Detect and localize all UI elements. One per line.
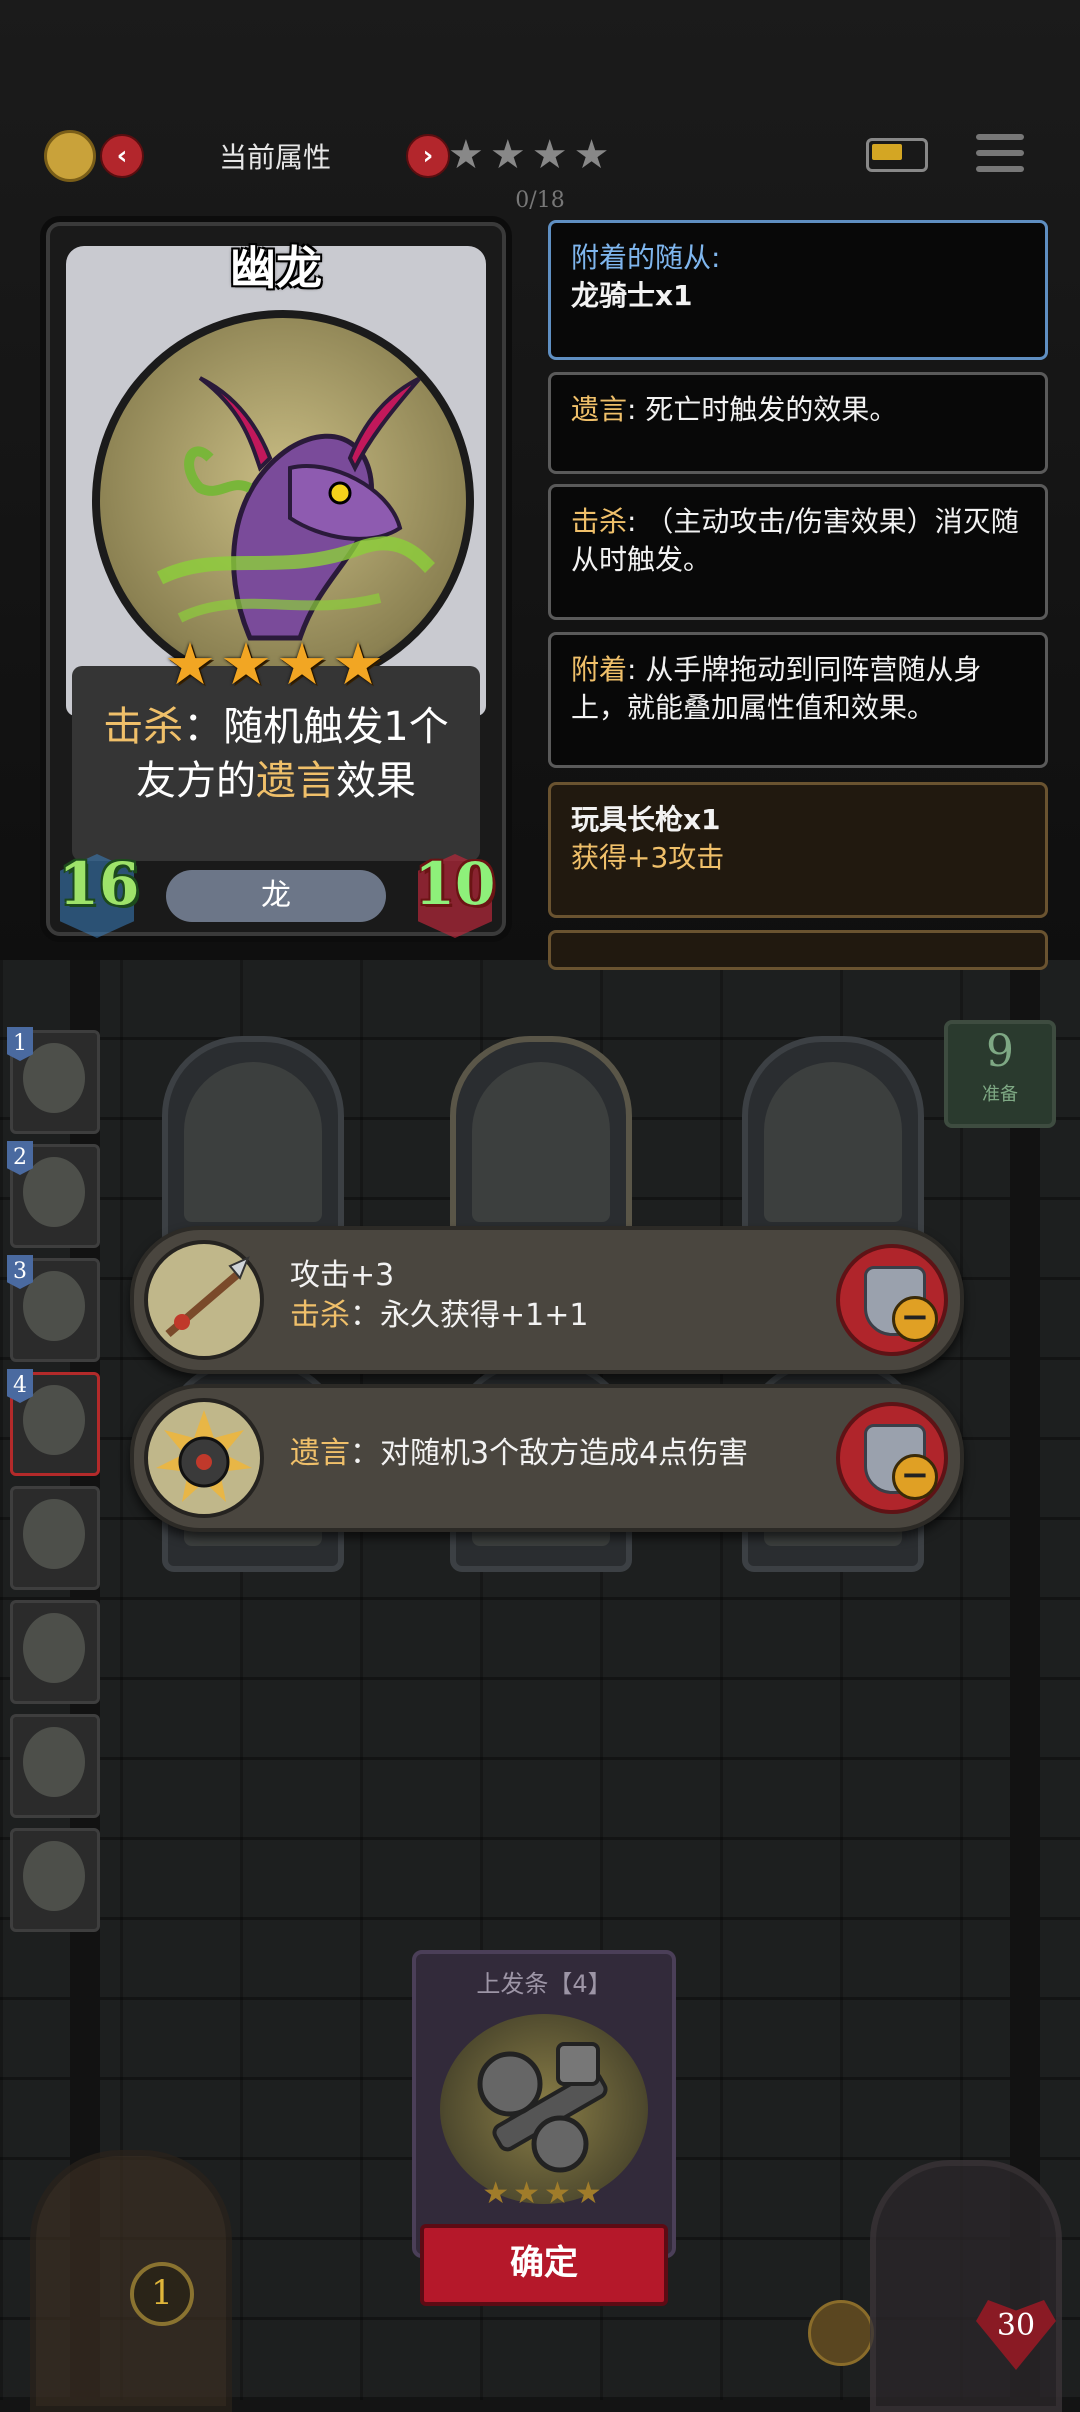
ability-text: 击杀：随机触发1个 友方的遗言效果 <box>72 700 480 808</box>
toy-lance-panel: 玩具长枪x1 获得+3攻击 <box>548 782 1048 918</box>
hand-column: 1 2 3 4 <box>0 1027 100 1932</box>
attached-item: 龙骑士x1 <box>571 279 693 312</box>
deathrattle-description: : 死亡时触发的效果。 <box>627 393 898 426</box>
kill-description: : （主动攻击/伤害效果）消灭随从时触发。 <box>571 505 1019 576</box>
attack-value: 16 <box>58 850 140 918</box>
card-stars: ★★★★ <box>164 630 388 698</box>
dragon-minion-icon <box>184 1062 322 1222</box>
slot-number: 3 <box>7 1255 33 1289</box>
kill-panel: 击杀: （主动攻击/伤害效果）消灭随从时触发。 <box>548 484 1048 620</box>
board-minion[interactable] <box>742 1036 924 1248</box>
lance-name: 玩具长枪x1 <box>571 803 721 836</box>
skeleton-minion-icon <box>472 1062 610 1222</box>
coin-counter: 1 <box>130 2262 194 2326</box>
progress-counter: 0/18 <box>515 188 565 213</box>
minus-icon: − <box>892 1454 938 1500</box>
ability-line-1: ：随机触发1个 <box>183 704 449 750</box>
effect-1-line-2: ：永久获得+1+1 <box>350 1298 589 1333</box>
gold-coin-icon <box>44 130 96 182</box>
effect-row-lance: 攻击+3 击杀：永久获得+1+1 − <box>130 1226 964 1374</box>
tribe-label: 龙 <box>166 870 386 922</box>
attached-title: 附着的随从: <box>571 241 721 274</box>
tier-stars: ★★★★ <box>448 132 616 178</box>
ability-line-2-pre: 友方的 <box>136 758 256 804</box>
menu-icon[interactable] <box>976 130 1024 178</box>
prev-page-button[interactable]: ‹ <box>100 134 144 178</box>
hand-card[interactable] <box>10 1714 100 1818</box>
hand-card[interactable] <box>10 1486 100 1590</box>
effect-1-keyword: 击杀 <box>290 1298 350 1333</box>
hand-card[interactable]: 3 <box>7 1255 100 1362</box>
remove-effect-button[interactable]: − <box>836 1402 948 1514</box>
hand-card[interactable] <box>10 1600 100 1704</box>
top-bar: ‹ 当前属性 › ★★★★ <box>0 110 1080 200</box>
bomb-icon <box>156 1410 252 1502</box>
hero-face-icon <box>23 1727 85 1797</box>
hand-card[interactable]: 2 <box>7 1141 100 1248</box>
board-minion[interactable] <box>162 1036 344 1248</box>
brute-minion-icon <box>764 1062 902 1222</box>
ability-line-2-post: 效果 <box>336 758 416 804</box>
lance-effect: 获得+3攻击 <box>571 841 725 874</box>
minion-card: 幽龙 ★★★★ 击杀：随机触发1个 友方的遗言效果 16 龙 10 <box>46 222 506 938</box>
current-attributes-title: 当前属性 <box>218 141 331 174</box>
hand-card-selected[interactable]: 4 <box>7 1369 100 1476</box>
chevron-right-icon: › <box>422 141 434 171</box>
minus-icon: − <box>892 1296 938 1342</box>
kill-keyword: 击杀 <box>571 505 628 538</box>
deck-count: 9 <box>986 1026 1014 1077</box>
hero-face-icon <box>23 1613 85 1683</box>
deck-label: 准备 <box>982 1084 1018 1105</box>
chevron-left-icon: ‹ <box>116 141 128 171</box>
hero-face-icon <box>23 1841 85 1911</box>
deathrattle-keyword: 遗言 <box>256 758 336 804</box>
effect-1-line-1: 攻击+3 <box>290 1258 395 1293</box>
next-page-button[interactable]: › <box>406 134 450 178</box>
effect-row-bomb: 遗言：对随机3个敌方造成4点伤害 − <box>130 1384 964 1532</box>
board-minion[interactable] <box>450 1036 632 1248</box>
hand-card[interactable] <box>10 1828 100 1932</box>
attach-keyword: 附着 <box>571 653 628 686</box>
slot-number: 4 <box>7 1369 33 1403</box>
confirm-button[interactable]: 确定 <box>420 2224 668 2306</box>
lance-icon <box>144 1240 264 1360</box>
battery-icon <box>866 138 928 172</box>
kill-keyword: 击杀 <box>103 704 184 750</box>
effect-2-line-1: ：对随机3个敌方造成4点伤害 <box>350 1436 749 1471</box>
hand-card[interactable]: 1 <box>7 1027 100 1134</box>
item-card[interactable]: 上发条【4】 ★★★★ <box>412 1950 676 2258</box>
attach-description: : 从手牌拖动到同阵营随从身上，就能叠加属性值和效果。 <box>571 653 982 724</box>
item-title: 上发条【4】 <box>476 1970 612 1998</box>
hp-value: 30 <box>996 2308 1036 2343</box>
player-hero-portrait[interactable] <box>870 2160 1062 2412</box>
bomb-effect-icon <box>144 1398 264 1518</box>
spear-icon <box>165 1256 250 1338</box>
more-panel <box>548 930 1048 970</box>
remove-effect-button[interactable]: − <box>836 1244 948 1356</box>
shop-door-icon[interactable] <box>30 2150 232 2412</box>
hero-face-icon <box>23 1499 85 1569</box>
item-stars: ★★★★ <box>482 2176 606 2211</box>
effect-2-keyword: 遗言 <box>290 1436 350 1471</box>
attach-panel: 附着: 从手牌拖动到同阵营随从身上，就能叠加属性值和效果。 <box>548 632 1048 768</box>
slot-number: 1 <box>7 1027 33 1061</box>
deathrattle-keyword: 遗言 <box>571 393 628 426</box>
attached-minions-panel: 附着的随从: 龙骑士x1 <box>548 220 1048 360</box>
slot-number: 2 <box>7 1141 33 1175</box>
deathrattle-panel: 遗言: 死亡时触发的效果。 <box>548 372 1048 474</box>
health-value: 10 <box>414 850 496 918</box>
deck-counter: 9 准备 <box>944 1020 1056 1128</box>
bell-icon[interactable] <box>808 2300 874 2366</box>
card-name: 幽龙 <box>230 241 322 295</box>
